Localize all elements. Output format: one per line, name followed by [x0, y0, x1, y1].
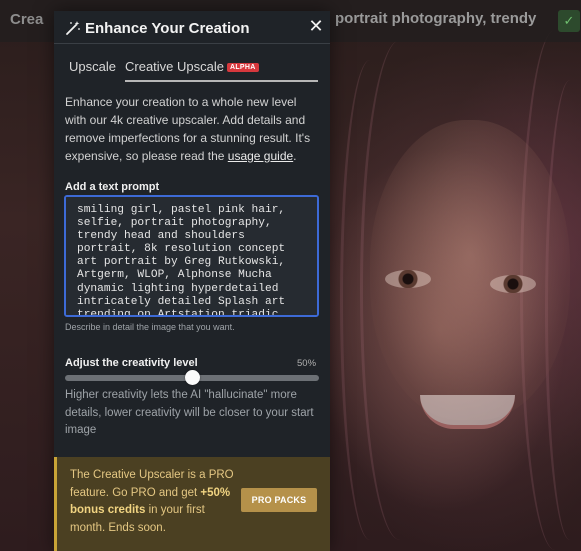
prompt-helper-text: Describe in detail the image that you wa… — [65, 322, 235, 332]
upscale-tabs: Upscale Creative Upscale ALPHA — [64, 59, 320, 83]
alpha-badge: ALPHA — [227, 63, 259, 72]
magic-wand-icon — [65, 20, 81, 36]
portrait-smile — [420, 395, 515, 429]
creativity-slider[interactable] — [65, 370, 319, 385]
pro-promo-banner: The Creative Upscaler is a PRO feature. … — [54, 457, 330, 551]
creativity-help-text: Higher creativity lets the AI "hallucina… — [65, 389, 314, 436]
modal-header: Enhance Your Creation ✕ — [54, 11, 330, 44]
description-suffix: . — [293, 149, 297, 163]
creativity-label: Adjust the creativity level — [65, 357, 198, 369]
page-title-partial: Crea — [10, 11, 44, 28]
modal-title: Enhance Your Creation — [85, 20, 250, 37]
active-tab-indicator — [125, 80, 318, 82]
usage-guide-link[interactable]: usage guide — [228, 149, 293, 163]
enhance-modal: Enhance Your Creation ✕ Upscale Creative… — [54, 11, 330, 551]
close-icon[interactable]: ✕ — [308, 17, 324, 35]
tab-creative-upscale[interactable]: Creative Upscale ALPHA — [125, 59, 259, 74]
creativity-slider-thumb[interactable] — [185, 370, 200, 385]
description: Enhance your creation to a whole new lev… — [65, 93, 321, 165]
prompt-preview: portrait photography, trendy — [335, 10, 537, 27]
tab-upscale[interactable]: Upscale — [69, 59, 116, 74]
prompt-label: Add a text prompt — [65, 181, 160, 193]
promo-text: The Creative Upscaler is a PRO feature. … — [70, 467, 236, 537]
check-icon[interactable]: ✓ — [558, 10, 580, 32]
prompt-textarea[interactable]: smiling girl, pastel pink hair, selfie, … — [64, 195, 319, 317]
pro-packs-button[interactable]: PRO PACKS — [241, 488, 317, 512]
creativity-value: 50% — [297, 358, 317, 369]
tab-creative-upscale-label: Creative Upscale — [125, 59, 224, 74]
portrait-eye-right — [490, 275, 536, 293]
portrait-eye-left — [385, 270, 431, 288]
